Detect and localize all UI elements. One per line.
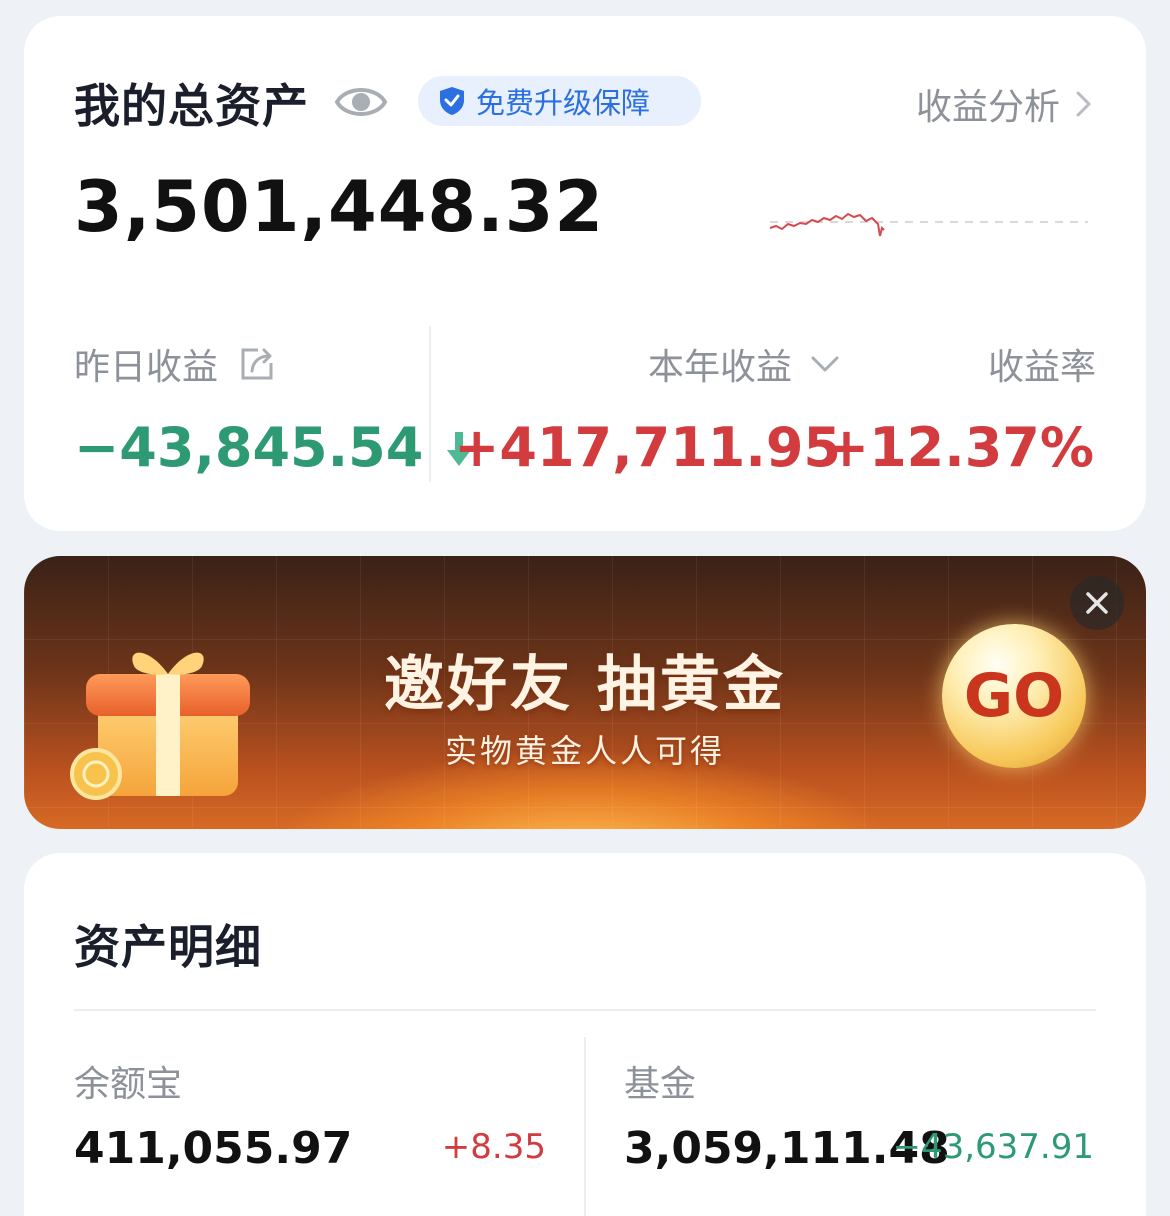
- yesterday-income-label: 昨日收益: [74, 338, 276, 390]
- upgrade-protection-badge[interactable]: 免费升级保障: [418, 76, 701, 126]
- asset-name: 基金: [624, 1064, 697, 1105]
- year-income-label: 本年收益: [647, 347, 792, 388]
- asset-details-title: 资产明细: [74, 920, 262, 974]
- asset-details-divider: [74, 1009, 1096, 1011]
- total-assets-amount: 3,501,448.32: [74, 166, 605, 248]
- close-banner-button[interactable]: [1070, 576, 1124, 630]
- year-income-selector[interactable]: 本年收益: [648, 338, 840, 390]
- close-icon: [1086, 592, 1108, 614]
- eye-icon[interactable]: [334, 80, 388, 124]
- share-icon[interactable]: [238, 345, 276, 383]
- income-analysis-link[interactable]: 收益分析: [916, 78, 1094, 130]
- trend-sparkline: [769, 212, 1088, 237]
- asset-item-fund[interactable]: 基金 3,059,111.48 −43,637.91: [624, 1039, 1094, 1179]
- page: 我的总资产 免费升级保障 收益分析 3,501,448.32 昨日收益 −43,…: [0, 0, 1170, 1216]
- chevron-down-icon: [811, 356, 839, 372]
- asset-change: +8.35: [441, 1127, 546, 1167]
- yesterday-income-value: −43,845.54: [74, 416, 475, 479]
- stats-divider: [429, 326, 431, 482]
- asset-change: −43,637.91: [892, 1127, 1094, 1167]
- return-rate-value: +12.37%: [823, 416, 1094, 479]
- shield-check-icon: [440, 87, 464, 115]
- total-assets-title: 我的总资产: [74, 79, 309, 133]
- yesterday-income-amount: −43,845.54: [74, 416, 424, 479]
- invite-friends-banner[interactable]: 邀好友 抽黄金 实物黄金人人可得 GO: [24, 556, 1146, 829]
- asset-amount: 411,055.97: [74, 1123, 353, 1174]
- return-rate-label: 收益率: [987, 347, 1096, 388]
- upgrade-protection-label: 免费升级保障: [476, 86, 651, 120]
- asset-name: 余额宝: [74, 1064, 183, 1105]
- asset-column-divider: [584, 1037, 586, 1216]
- go-button[interactable]: GO: [942, 624, 1086, 768]
- income-analysis-label: 收益分析: [915, 87, 1060, 128]
- chevron-right-icon: [1076, 91, 1091, 117]
- total-assets-card: 我的总资产 免费升级保障 收益分析 3,501,448.32 昨日收益 −43,…: [24, 16, 1146, 531]
- asset-item-yuebao[interactable]: 余额宝 411,055.97 +8.35: [74, 1039, 546, 1179]
- year-income-value: +417,711.95: [454, 416, 841, 479]
- yesterday-income-text: 昨日收益: [74, 347, 219, 388]
- asset-details-card: 资产明细 余额宝 411,055.97 +8.35 基金 3,059,111.4…: [24, 853, 1146, 1216]
